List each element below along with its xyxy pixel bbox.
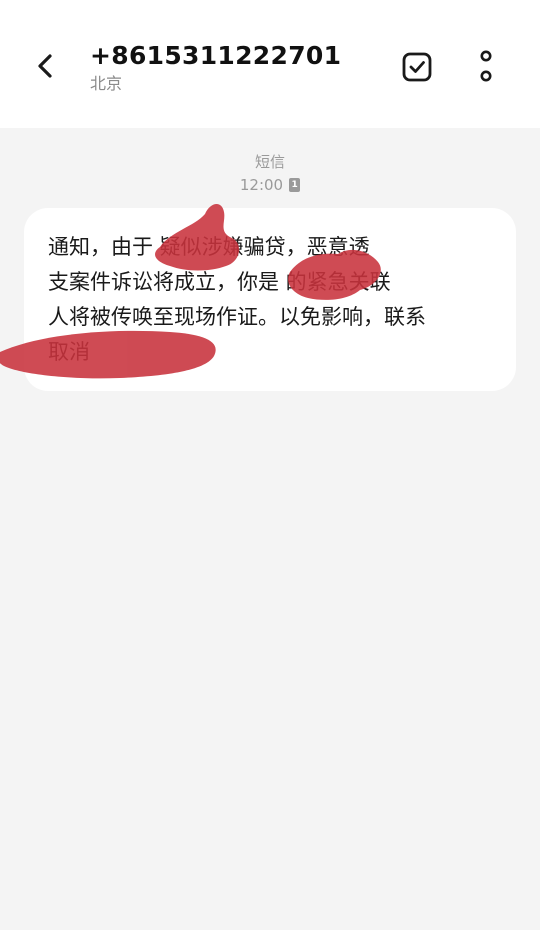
sim-card-icon: 1 (289, 178, 301, 192)
message-line: 人将被传唤至现场作证。以免影响，联系 (48, 305, 426, 329)
more-vertical-icon (480, 50, 492, 82)
chevron-left-icon (38, 54, 52, 78)
back-button[interactable] (24, 44, 68, 88)
contact-number: +8615311222701 (90, 41, 342, 70)
message-time: 12:00 (239, 176, 284, 194)
message-body[interactable]: 通知，由于 疑似涉嫌骗贷，恶意透 支案件诉讼将成立，你是 的紧急关联 人将被传唤… (48, 230, 488, 370)
message-type-label: 短信 (254, 153, 285, 171)
conversation-screen: +8615311222701 北京 短信 12:00 1 通知，由于 疑似涉嫌骗… (0, 0, 540, 930)
message-line: 支案件诉讼将成立，你是 的紧急关联 (48, 270, 391, 294)
message-meta: 短信 12:00 1 (0, 152, 540, 195)
redaction-scribbles (0, 203, 381, 379)
message-bubble[interactable]: 通知，由于 疑似涉嫌骗贷，恶意透 支案件诉讼将成立，你是 的紧急关联 人将被传唤… (24, 208, 516, 391)
message-line: 通知，由于 疑似涉嫌骗贷，恶意透 (48, 235, 370, 259)
select-messages-button[interactable] (398, 48, 436, 86)
message-line: 取消 (48, 340, 90, 364)
conversation-header: +8615311222701 北京 (0, 0, 540, 128)
contact-title: +8615311222701 北京 (90, 40, 341, 95)
checkbox-square-icon (402, 52, 432, 82)
more-options-button[interactable] (466, 46, 506, 88)
message-time-row: 12:00 1 (0, 175, 540, 195)
contact-location: 北京 (90, 74, 123, 93)
